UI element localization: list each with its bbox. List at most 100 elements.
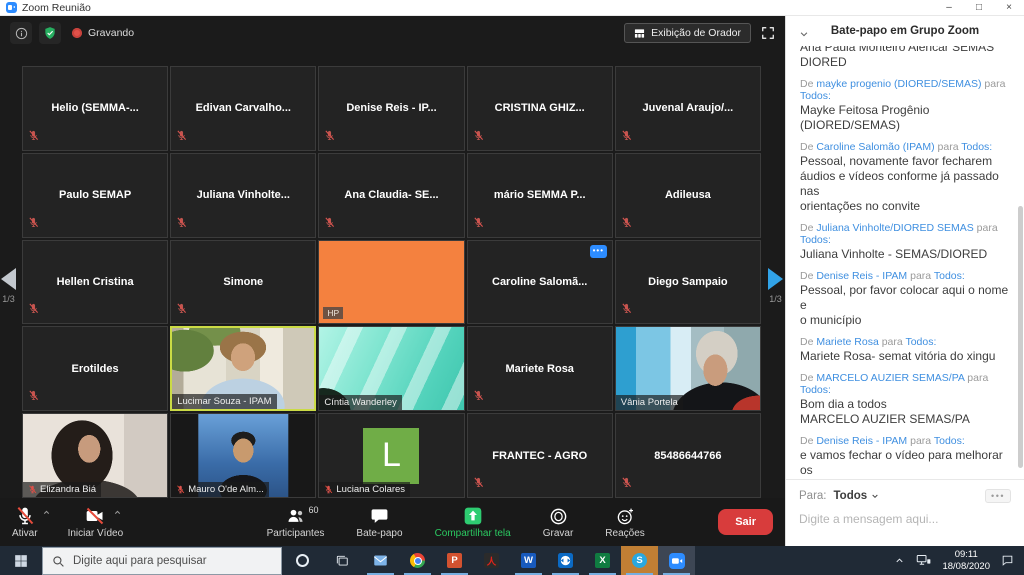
- action-center-icon[interactable]: [1001, 554, 1014, 567]
- skype-taskbar-icon[interactable]: S: [621, 546, 658, 575]
- chevron-up-icon[interactable]: [113, 508, 122, 520]
- gravar-button[interactable]: Gravar: [543, 505, 574, 539]
- participant-tile[interactable]: Helio (SEMMA-...: [22, 66, 168, 151]
- mic-off-icon: [28, 301, 39, 319]
- search-icon: [52, 555, 65, 568]
- window-title: Zoom Reunião: [22, 2, 91, 14]
- ativar-button[interactable]: Ativar: [12, 505, 38, 539]
- chat-message: De mayke progenio (DIORED/SEMAS) para To…: [800, 78, 1010, 133]
- recording-label: Gravando: [88, 27, 134, 39]
- windows-logo-icon: [14, 554, 28, 568]
- chat-message-input[interactable]: [799, 512, 1011, 526]
- leave-meeting-button[interactable]: Sair: [718, 509, 773, 535]
- participantes-button[interactable]: 60Participantes: [267, 505, 325, 539]
- speaker-view-icon: [634, 28, 645, 39]
- zoom-taskbar-icon[interactable]: [658, 546, 695, 575]
- chat-message-body: Mayke Feitosa Progênio (DIORED/SEMAS): [800, 103, 1010, 133]
- chat-collapse-icon[interactable]: [799, 26, 809, 44]
- iniciar-v-deo-button[interactable]: Iniciar Vídeo: [68, 505, 124, 539]
- participant-name: Cíntia Wanderley: [319, 395, 402, 410]
- share-screen-icon: [463, 506, 483, 526]
- mic-off-icon: [473, 128, 484, 146]
- participant-tile[interactable]: Lucimar Souza - IPAM: [170, 326, 316, 411]
- task-view-button[interactable]: [322, 546, 362, 575]
- powerpoint-taskbar-icon[interactable]: P: [436, 546, 473, 575]
- participants-count-badge: 60: [308, 505, 318, 515]
- compartilhar-tela-button[interactable]: Compartilhar tela: [435, 505, 511, 539]
- cortana-icon: [296, 554, 309, 567]
- speaker-view-button[interactable]: Exibição de Orador: [624, 23, 751, 43]
- chat-message-body: Mariete Rosa- semat vitória do xingu: [800, 349, 1010, 364]
- participant-tile[interactable]: Mariete Rosa: [467, 326, 613, 411]
- chat-recipient-select[interactable]: Todos: [834, 490, 880, 502]
- taskbar-clock[interactable]: 09:11 18/08/2020: [942, 549, 990, 572]
- cortana-button[interactable]: [282, 546, 322, 575]
- windows-taskbar: Digite aqui para pesquisar P人W XS 09:11 1…: [0, 546, 1024, 575]
- acrobat-taskbar-icon[interactable]: 人: [473, 546, 510, 575]
- participant-tile[interactable]: Paulo SEMAP: [22, 153, 168, 238]
- participant-tile[interactable]: Erotildes: [22, 326, 168, 411]
- chat-message-body: Juliana Vinholte - SEMAS/DIORED: [800, 247, 1010, 262]
- chat-message-meta: De Juliana Vinholte/DIORED SEMAS para To…: [800, 222, 1010, 246]
- participant-tile[interactable]: Caroline Salomã...•••: [467, 240, 613, 325]
- participant-name: Adileusa: [659, 189, 717, 201]
- participant-tile[interactable]: L Luciana Colares: [318, 413, 464, 498]
- participant-tile[interactable]: Adileusa: [615, 153, 761, 238]
- maximize-button[interactable]: □: [964, 0, 994, 16]
- participant-tile[interactable]: FRANTEC - AGRO: [467, 413, 613, 498]
- tile-more-button[interactable]: •••: [590, 245, 607, 258]
- meeting-toolbar: Ativar Iniciar Vídeo 60Participantes Bate-…: [0, 498, 785, 546]
- security-shield-icon[interactable]: [39, 22, 61, 44]
- participant-tile[interactable]: Denise Reis - IP...: [318, 66, 464, 151]
- previous-page-arrow[interactable]: [1, 268, 16, 290]
- rea-es-button[interactable]: Reações: [605, 505, 644, 539]
- participant-tile[interactable]: Edivan Carvalho...: [170, 66, 316, 151]
- participant-name: Denise Reis - IP...: [340, 102, 442, 114]
- participant-tile[interactable]: Vânia Portela: [615, 326, 761, 411]
- chat-more-button[interactable]: •••: [985, 489, 1011, 503]
- speaker-view-label: Exibição de Orador: [651, 27, 741, 39]
- participant-tile[interactable]: Diego Sampaio: [615, 240, 761, 325]
- chat-message-body: Ana Paula Monteiro Alencar SEMAS DIORED: [800, 46, 1010, 70]
- word-taskbar-icon[interactable]: W: [510, 546, 547, 575]
- close-button[interactable]: ×: [994, 0, 1024, 16]
- participant-name: 85486644766: [648, 450, 727, 462]
- next-page-arrow[interactable]: [768, 268, 783, 290]
- minimize-button[interactable]: –: [934, 0, 964, 16]
- participant-name: Mariete Rosa: [499, 363, 579, 375]
- excel-taskbar-icon[interactable]: X: [584, 546, 621, 575]
- participant-tile[interactable]: Mauro O'de Alm...: [170, 413, 316, 498]
- participant-tile[interactable]: Ana Claudia- SE...: [318, 153, 464, 238]
- fullscreen-icon[interactable]: [761, 26, 775, 40]
- participant-tile[interactable]: Juliana Vinholte...: [170, 153, 316, 238]
- chat-message-meta: De mayke progenio (DIORED/SEMAS) para To…: [800, 78, 1010, 102]
- chrome-taskbar-icon[interactable]: [399, 546, 436, 575]
- zoom-app-icon: [6, 2, 17, 13]
- participant-tile[interactable]: 85486644766: [615, 413, 761, 498]
- chat-message: De Mariete Rosa para Todos:Mariete Rosa-…: [800, 336, 1010, 364]
- chat-message-meta: De Denise Reis - IPAM para Todos:: [800, 435, 1010, 447]
- chat-scrollbar[interactable]: [1018, 206, 1023, 468]
- participant-name: Vânia Portela: [616, 395, 683, 410]
- participant-tile[interactable]: HP: [318, 240, 464, 325]
- participant-tile[interactable]: mário SEMMA P...: [467, 153, 613, 238]
- toolbar-button-label: Reações: [605, 528, 644, 539]
- participant-tile[interactable]: Cíntia Wanderley: [318, 326, 464, 411]
- taskbar-search[interactable]: Digite aqui para pesquisar: [42, 547, 282, 575]
- record-icon: [549, 507, 568, 526]
- participant-tile[interactable]: Simone: [170, 240, 316, 325]
- participant-tile[interactable]: CRISTINA GHIZ...: [467, 66, 613, 151]
- hidden-icons-chevron[interactable]: [894, 555, 905, 566]
- meeting-info-button[interactable]: [10, 22, 32, 44]
- participant-tile[interactable]: Elizandra Biá: [22, 413, 168, 498]
- participant-name: CRISTINA GHIZ...: [489, 102, 591, 114]
- participant-tile[interactable]: Hellen Cristina: [22, 240, 168, 325]
- teamviewer-taskbar-icon[interactable]: [547, 546, 584, 575]
- bate-papo-button[interactable]: Bate-papo: [356, 505, 402, 539]
- mail-taskbar-icon[interactable]: [362, 546, 399, 575]
- participant-name: Luciana Colares: [319, 482, 410, 497]
- network-icon[interactable]: [916, 554, 931, 567]
- participant-tile[interactable]: Juvenal Araujo/...: [615, 66, 761, 151]
- start-button[interactable]: [0, 546, 42, 575]
- chevron-up-icon[interactable]: [42, 508, 51, 520]
